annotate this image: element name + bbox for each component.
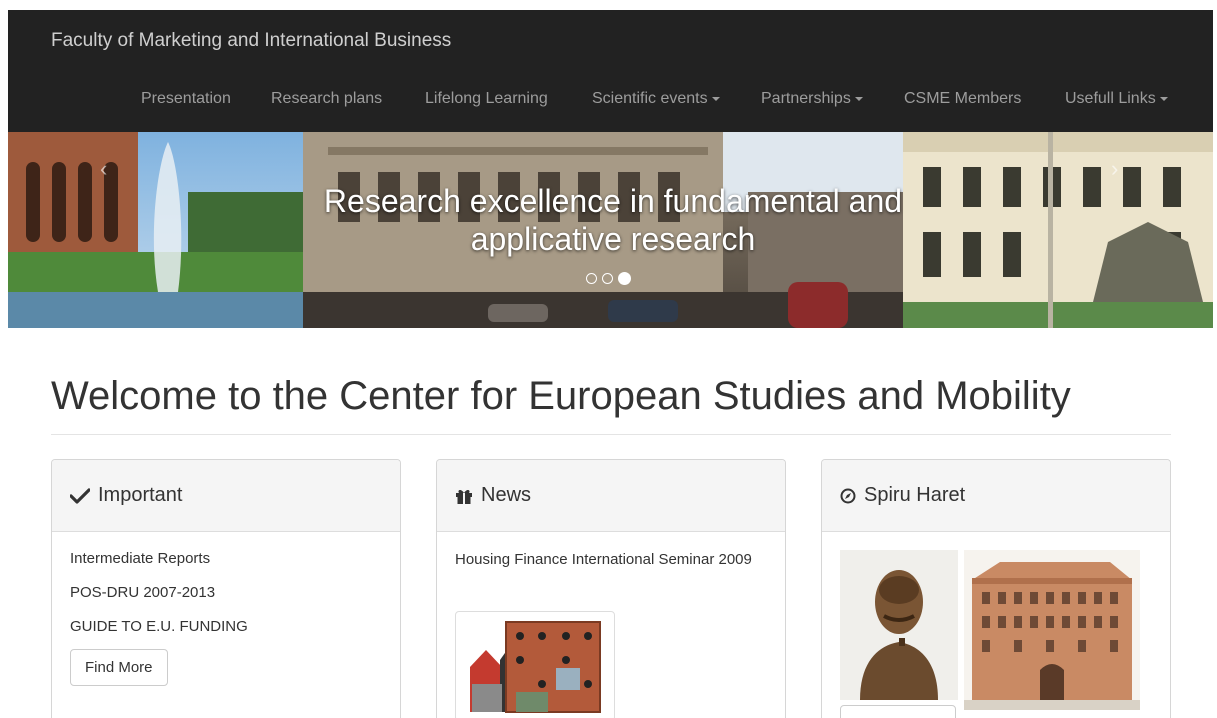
panel-important-heading: Important <box>52 460 400 532</box>
carousel-indicator-3[interactable] <box>618 272 631 285</box>
nav-label: Lifelong Learning <box>425 90 548 107</box>
panel-important-body: Intermediate Reports POS-DRU 2007-2013 G… <box>52 532 400 704</box>
nav-label: Partnerships <box>761 90 851 107</box>
panel-title: Spiru Haret <box>864 484 966 506</box>
nav-research-plans[interactable]: Research plans <box>271 90 382 108</box>
panel-title: Important <box>98 484 183 506</box>
carousel-indicator-2[interactable] <box>602 273 613 284</box>
nav-usefull-links[interactable]: Usefull Links <box>1065 90 1168 108</box>
news-thumbnail[interactable] <box>455 611 615 718</box>
nav-label: CSME Members <box>904 90 1022 107</box>
spiru-more-button[interactable] <box>840 705 956 718</box>
panel-news: News Housing Finance International Semin… <box>436 459 786 718</box>
top-navbar: Faculty of Marketing and International B… <box>8 10 1213 132</box>
panel-news-heading: News <box>437 460 785 532</box>
carousel-indicators <box>586 272 631 285</box>
panel-news-body: Housing Finance International Seminar 20… <box>437 532 785 588</box>
list-item[interactable]: POS-DRU 2007-2013 <box>70 584 382 602</box>
hero-carousel: ‹ › Research excellence in fundamental a… <box>8 132 1213 328</box>
caret-down-icon <box>1159 96 1168 101</box>
news-headline-link[interactable]: Housing Finance International Seminar 20… <box>455 550 765 570</box>
spiru-haret-photo <box>840 550 1140 710</box>
spiru-haret-image[interactable] <box>840 550 1140 715</box>
caret-down-icon <box>854 96 863 101</box>
gift-icon <box>455 488 473 504</box>
news-thumbnail-image <box>470 621 601 713</box>
panel-title: News <box>481 484 532 506</box>
compass-icon <box>840 488 856 504</box>
site-brand[interactable]: Faculty of Marketing and International B… <box>51 30 451 52</box>
title-divider <box>51 434 1171 435</box>
nav-csme-members[interactable]: CSME Members <box>904 90 1021 108</box>
carousel-caption: Research excellence in fundamental and a… <box>323 183 903 257</box>
page-title: Welcome to the Center for European Studi… <box>51 374 1071 418</box>
nav-presentation[interactable]: Presentation <box>141 90 231 108</box>
list-item[interactable]: GUIDE TO E.U. FUNDING <box>70 618 382 636</box>
panel-important: Important Intermediate Reports POS-DRU 2… <box>51 459 401 718</box>
carousel-next-icon[interactable]: › <box>1111 156 1118 182</box>
caret-down-icon <box>711 96 720 101</box>
nav-lifelong-learning[interactable]: Lifelong Learning <box>425 90 548 108</box>
main-menu: Presentation Research plans Lifelong Lea… <box>8 90 1213 112</box>
panel-spiru-heading: Spiru Haret <box>822 460 1170 532</box>
nav-label: Presentation <box>141 90 231 107</box>
carousel-indicator-1[interactable] <box>586 273 597 284</box>
nav-label: Research plans <box>271 90 383 107</box>
panel-spiru-haret: Spiru Haret <box>821 459 1171 718</box>
checkmark-icon <box>70 487 90 504</box>
find-more-button[interactable]: Find More <box>70 649 168 686</box>
carousel-prev-icon[interactable]: ‹ <box>100 156 107 182</box>
nav-scientific-events[interactable]: Scientific events <box>592 90 720 108</box>
nav-partnerships[interactable]: Partnerships <box>761 90 863 108</box>
nav-label: Scientific events <box>592 90 708 107</box>
list-item[interactable]: Intermediate Reports <box>70 550 382 568</box>
nav-label: Usefull Links <box>1065 90 1156 107</box>
